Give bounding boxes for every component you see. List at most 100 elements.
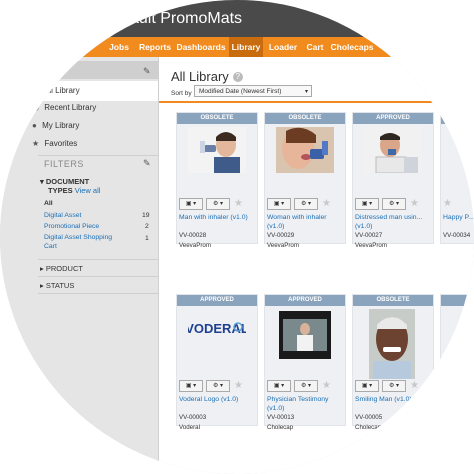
facet-promotional-piece[interactable]: Promotional Piece — [44, 223, 99, 230]
sort-label: Sort by — [171, 90, 192, 97]
divider — [38, 293, 158, 294]
section-label-line: TYPES — [48, 186, 73, 195]
document-card[interactable]: OBSOLETE ▣ ▾ ⚙ ▾ ★ Man with inhaler (v1.… — [176, 112, 258, 249]
sidebar: ✎ ▤ All Library ◷ Recent Library ● My Li… — [0, 57, 159, 474]
screenshot-viewport: ault PromoMats Jobs Reports Dashboards L… — [0, 0, 474, 474]
nav-library[interactable]: Library — [229, 37, 263, 57]
facet-all[interactable]: All — [44, 200, 53, 207]
nav-loader[interactable]: Loader — [266, 37, 300, 57]
facet-digital-asset-shopping-cart-line2[interactable]: Cart — [44, 243, 57, 250]
status-filter-toggle[interactable]: ▸ STATUS — [40, 281, 74, 290]
document-card[interactable]: ★ Happy P... VV-00034 — [440, 112, 474, 244]
settings-button[interactable]: ⚙ ▾ — [382, 380, 406, 392]
sidebar-item-my-library[interactable]: ● My Library — [32, 121, 79, 130]
facet-digital-asset-shopping-cart[interactable]: Digital Asset Shopping — [44, 234, 112, 241]
card-actions: ▣ ▾ ⚙ ▾ ★ — [265, 198, 345, 212]
library-icon: ▤ — [32, 86, 40, 95]
favorite-star-icon[interactable]: ★ — [234, 380, 243, 392]
favorite-star-icon[interactable]: ★ — [410, 198, 419, 210]
preview-button[interactable]: ▣ ▾ — [267, 198, 291, 210]
video-thumbnail — [279, 311, 331, 359]
card-actions: ▣ ▾ ⚙ ▾ ★ — [353, 380, 433, 394]
settings-button[interactable]: ⚙ ▾ — [206, 198, 230, 210]
card-id: VV-00034 — [443, 232, 471, 239]
section-label: STATUS — [45, 281, 75, 290]
document-card[interactable]: OBSOLETE ▣ ▾ ⚙ ▾ ★ Woman with inhaler (v… — [264, 112, 346, 249]
help-icon[interactable]: ? — [232, 72, 243, 82]
document-card[interactable]: APPROVED ▣ ▾ ⚙ ▾ ★ Distressed man usin..… — [352, 112, 434, 249]
card-title[interactable]: Happy P... — [443, 213, 474, 222]
nav-cart[interactable]: Cart — [302, 37, 328, 57]
card-title[interactable]: Distressed man usin...(v1.0) — [355, 213, 433, 231]
pencil-icon[interactable]: ✎ — [143, 66, 151, 77]
page-title: All Library? — [171, 69, 243, 84]
card-owner: Cholecap — [355, 424, 382, 431]
preview-button[interactable]: ▣ ▾ — [355, 380, 379, 392]
card-title[interactable]: Physician Testimony (v1.0) — [267, 395, 345, 413]
asset-thumbnail — [276, 127, 334, 173]
document-types-toggle[interactable]: ▾ DOCUMENT — [40, 177, 89, 186]
divider — [38, 155, 158, 156]
card-id: VV-00005 — [355, 414, 383, 421]
card-title[interactable]: Smiling Man (v1.0) — [355, 395, 433, 404]
favorite-star-icon[interactable]: ★ — [322, 380, 331, 392]
document-card[interactable] — [440, 294, 474, 426]
settings-button[interactable]: ⚙ ▾ — [206, 380, 230, 392]
document-card[interactable]: APPROVED ▣ ▾ ⚙ ▾ ★ Physician Testimony (… — [264, 294, 346, 431]
product-filter-toggle[interactable]: ▸ PRODUCT — [40, 264, 83, 273]
nav-dashboards[interactable]: Dashboards — [176, 37, 226, 57]
view-all-link[interactable]: View all — [75, 186, 101, 195]
card-owner: VeevaProm — [355, 242, 387, 249]
divider — [159, 101, 474, 103]
settings-button[interactable]: ⚙ ▾ — [294, 198, 318, 210]
sidebar-item-all-library[interactable]: ▤ All Library — [0, 81, 158, 101]
settings-button[interactable]: ⚙ ▾ — [382, 198, 406, 210]
status-badge: APPROVED — [353, 113, 433, 124]
nav-cholecaps[interactable]: Cholecaps — [330, 37, 374, 57]
sidebar-item-label: Recent Library — [44, 103, 97, 112]
card-actions: ▣ ▾ ⚙ ▾ ★ — [265, 380, 345, 394]
status-badge: OBSOLETE — [353, 295, 433, 306]
page-title-text: All Library — [171, 69, 229, 84]
status-badge: APPROVED — [265, 295, 345, 306]
sidebar-item-favorites[interactable]: ★ Favorites — [32, 139, 77, 148]
card-id: VV-00013 — [267, 414, 295, 421]
status-badge: APPROVED — [177, 295, 257, 306]
facet-count: 1 — [145, 235, 149, 242]
facet-digital-asset[interactable]: Digital Asset — [44, 212, 81, 219]
favorite-star-icon[interactable]: ★ — [322, 198, 331, 210]
preview-button[interactable]: ▣ ▾ — [267, 380, 291, 392]
asset-thumbnail — [188, 127, 246, 173]
clock-icon: ◷ — [32, 103, 39, 112]
preview-button[interactable]: ▣ ▾ — [179, 198, 203, 210]
pencil-icon[interactable]: ✎ — [143, 158, 151, 169]
favorite-star-icon[interactable]: ★ — [443, 198, 452, 210]
card-title[interactable]: Woman with inhaler (v1.0) — [267, 213, 345, 231]
divider — [38, 259, 158, 260]
document-card[interactable]: APPROVED VODERAL ▣ ▾ ⚙ ▾ ★ Voderal Logo … — [176, 294, 258, 431]
sort-select[interactable]: Modified Date (Newest First) ▾ — [194, 85, 312, 97]
star-icon: ★ — [32, 139, 40, 148]
card-owner: VeevaProm — [267, 242, 299, 249]
nav-reports[interactable]: Reports — [138, 37, 172, 57]
user-icon: ● — [32, 121, 37, 130]
document-card[interactable]: OBSOLETE ▣ ▾ ⚙ ▾ ★ Smiling Man (v1.0) VV… — [352, 294, 434, 431]
settings-button[interactable]: ⚙ ▾ — [294, 380, 318, 392]
sidebar-item-label: Favorites — [44, 139, 78, 148]
card-title[interactable]: Man with inhaler (v1.0) — [179, 213, 257, 222]
section-label: DOCUMENT — [45, 177, 90, 186]
card-id: VV-00003 — [179, 414, 207, 421]
favorite-star-icon[interactable]: ★ — [234, 198, 243, 210]
card-actions: ▣ ▾ ⚙ ▾ ★ — [353, 198, 433, 212]
chevron-down-icon: ▾ — [304, 89, 308, 95]
preview-button[interactable]: ▣ ▾ — [355, 198, 379, 210]
sidebar-item-label: My Library — [42, 121, 80, 130]
sidebar-item-recent-library[interactable]: ◷ Recent Library — [32, 103, 96, 112]
filters-label: FILTERS — [44, 159, 84, 169]
nav-jobs[interactable]: Jobs — [105, 37, 133, 57]
divider — [38, 276, 158, 277]
card-owner: Voderal — [179, 424, 200, 431]
card-title[interactable]: Voderal Logo (v1.0) — [179, 395, 257, 404]
preview-button[interactable]: ▣ ▾ — [179, 380, 203, 392]
favorite-star-icon[interactable]: ★ — [410, 380, 419, 392]
